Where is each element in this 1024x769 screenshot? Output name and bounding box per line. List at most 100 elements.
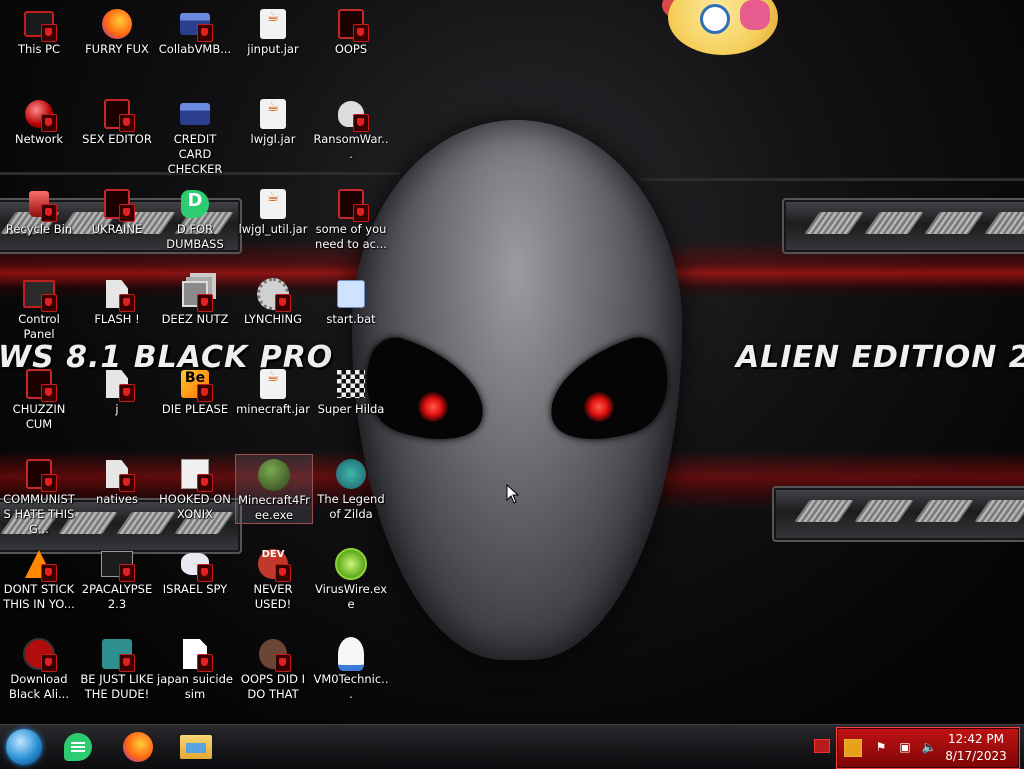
desktop-icon[interactable]: The Legend of Zilda xyxy=(313,454,389,522)
desktop-icon[interactable]: DEV NEVER USED! xyxy=(235,544,311,612)
desktop-icon[interactable]: start.bat xyxy=(313,274,389,327)
desktop-icon-label: UKRAINE xyxy=(91,222,143,236)
vlc-cone-icon xyxy=(23,548,57,582)
batch-file-icon xyxy=(335,278,367,310)
desktop-icon[interactable]: BE JUST LIKE THE DUDE! xyxy=(79,634,155,702)
desktop-icon-label: Control Panel xyxy=(18,312,60,341)
desktop-icon[interactable]: Download Black Ali... xyxy=(1,634,77,702)
clock[interactable]: 12:42 PM 8/17/2023 xyxy=(941,731,1011,765)
desktop-icon[interactable]: CollabVMB... xyxy=(157,4,233,57)
shortcut-overlay-icon xyxy=(275,294,291,312)
desktop-icon[interactable]: lwjgl_util.jar xyxy=(235,184,311,237)
credit-card-icon xyxy=(179,98,211,130)
desktop-icon[interactable]: SEX EDITOR xyxy=(79,94,155,147)
desktop-icon[interactable]: DONT STICK THIS IN YO... xyxy=(1,544,77,612)
desktop-icon[interactable]: COMMUNISTS HATE THIS G... xyxy=(1,454,77,537)
collabvm-icon xyxy=(179,8,213,42)
volume-icon[interactable]: 🔈 xyxy=(921,739,937,755)
desktop-icon[interactable]: This PC xyxy=(1,4,77,57)
desktop-icon[interactable]: 2PACALYPSE 2.3 xyxy=(79,544,155,612)
clock-date: 8/17/2023 xyxy=(945,749,1007,763)
shortcut-overlay-icon xyxy=(41,294,57,312)
desktop-icon-label: DEEZ NUTZ xyxy=(161,312,229,326)
desktop-icon[interactable]: j xyxy=(79,364,155,417)
desktop-icon[interactable]: DEEZ NUTZ xyxy=(157,274,233,327)
desktop-icon-label: DONT STICK THIS IN YO... xyxy=(3,582,75,611)
desktop-icon[interactable]: VirusWire.exe xyxy=(313,544,389,612)
tray-app-icon[interactable] xyxy=(844,739,862,757)
file-icon xyxy=(101,368,135,402)
shortcut-overlay-icon xyxy=(353,204,369,222)
network-icon xyxy=(23,98,57,132)
shortcut-overlay-icon xyxy=(119,204,135,222)
desktop-icon[interactable]: lwjgl.jar xyxy=(235,94,311,147)
shortcut-icon xyxy=(23,458,57,492)
notes-app-button[interactable] xyxy=(58,729,98,765)
desktop-icon-label: lwjgl.jar xyxy=(250,132,296,146)
action-center-flag-icon[interactable]: ⚑ xyxy=(873,739,889,755)
desktop-icon[interactable]: DD FOR DUMBASS xyxy=(157,184,233,252)
shortcut-overlay-icon xyxy=(119,654,135,672)
firefox-taskbar-button[interactable] xyxy=(118,729,158,765)
shortcut-overlay-icon xyxy=(197,474,213,492)
wallpaper-title-right: ALIEN EDITION 201 xyxy=(736,340,1024,375)
show-hidden-tray-icon[interactable] xyxy=(814,739,830,753)
shortcut-overlay-icon xyxy=(41,564,57,582)
document-icon xyxy=(179,638,213,672)
desktop-icon[interactable]: Network xyxy=(1,94,77,147)
dev-cpp-icon: DEV xyxy=(257,548,291,582)
alien-head-logo xyxy=(351,120,683,660)
desktop-icon-label: Download Black Ali... xyxy=(9,672,69,701)
desktop-icon-label: start.bat xyxy=(326,312,376,326)
desktop-icon-label: 2PACALYPSE 2.3 xyxy=(81,582,153,611)
shortcut-overlay-icon xyxy=(197,294,213,312)
be-app-icon: Be xyxy=(179,368,213,402)
file-explorer-button[interactable] xyxy=(176,729,216,765)
shortcut-overlay-icon xyxy=(353,114,369,132)
desktop-icon[interactable]: FLASH ! xyxy=(79,274,155,327)
desktop-icon-label: DIE PLEASE xyxy=(161,402,229,416)
desktop-icon-label: lwjgl_util.jar xyxy=(238,222,308,236)
desktop-icon[interactable]: minecraft.jar xyxy=(235,364,311,417)
java-jar-icon xyxy=(257,8,289,40)
skull-icon xyxy=(335,98,369,132)
shortcut-overlay-icon xyxy=(197,24,213,42)
shortcut-overlay-icon xyxy=(119,564,135,582)
shortcut-overlay-icon xyxy=(41,114,57,132)
desktop-icon[interactable]: Control Panel xyxy=(1,274,77,342)
desktop-icon[interactable]: VM0Technic... xyxy=(313,634,389,702)
zelda-icon xyxy=(335,458,367,490)
desktop-icon[interactable]: FURRY FUX xyxy=(79,4,155,57)
shortcut-overlay-icon xyxy=(119,114,135,132)
desktop-icon[interactable]: UKRAINE xyxy=(79,184,155,237)
desktop-icon-label: japan suicide sim xyxy=(157,672,233,701)
desktop-icon-label: BE JUST LIKE THE DUDE! xyxy=(80,672,154,701)
wallpaper-line xyxy=(640,178,1024,181)
start-button[interactable] xyxy=(6,729,42,765)
control-panel-icon xyxy=(23,278,57,312)
desktop-icon[interactable]: RansomWar... xyxy=(313,94,389,162)
desktop-icon[interactable]: natives xyxy=(79,454,155,507)
desktop-icon[interactable]: OOPS xyxy=(313,4,389,57)
desktop-icon[interactable]: some of you need to ac... xyxy=(313,184,389,252)
desktop-icon[interactable]: Minecraft4Free.exe xyxy=(235,454,313,524)
network-icon[interactable]: ▣ xyxy=(897,739,913,755)
desktop-icon[interactable]: CREDIT CARD CHECKER xyxy=(157,94,233,177)
desktop-icon[interactable]: Super Hilda xyxy=(313,364,389,417)
desktop-icon-label: CREDIT CARD CHECKER xyxy=(167,132,223,176)
desktop-icon[interactable]: HOOKED ON XONIX xyxy=(157,454,233,522)
dude-icon xyxy=(101,638,135,672)
desktop-icon[interactable]: ISRAEL SPY xyxy=(157,544,233,597)
desktop-icon[interactable]: jinput.jar xyxy=(235,4,311,57)
desktop-icon[interactable]: Recycle Bin xyxy=(1,184,77,237)
desktop-icon[interactable]: japan suicide sim xyxy=(157,634,233,702)
desktop-icon-label: j xyxy=(115,402,119,416)
desktop-icon[interactable]: LYNCHING xyxy=(235,274,311,327)
desktop-icon[interactable]: Be DIE PLEASE xyxy=(157,364,233,417)
desktop-icon-label: HOOKED ON XONIX xyxy=(159,492,231,521)
desktop-icon-label: OOPS DID I DO THAT xyxy=(240,672,306,701)
shortcut-overlay-icon xyxy=(119,384,135,402)
desktop-icon[interactable]: CHUZZIN CUM xyxy=(1,364,77,432)
desktop-icon[interactable]: OOPS DID I DO THAT xyxy=(235,634,311,702)
java-jar-icon xyxy=(257,368,289,400)
